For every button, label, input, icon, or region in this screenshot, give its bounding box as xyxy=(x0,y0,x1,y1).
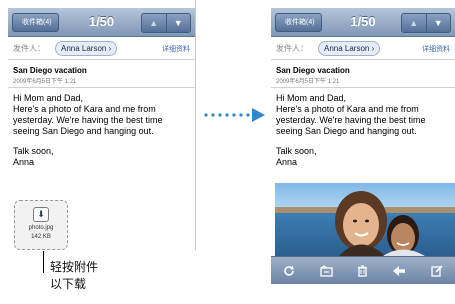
attachment-size: 142 KB xyxy=(31,234,51,240)
attachment-placeholder[interactable]: ⬇ photo.jpg 142 KB xyxy=(14,200,68,250)
previous-message-icon[interactable]: ▲ xyxy=(142,14,166,32)
photo-image xyxy=(275,183,455,256)
message-navigation-control: ▲ ▼ xyxy=(141,13,191,33)
body-greeting: Hi Mom and Dad, xyxy=(13,93,84,103)
from-label: 发件人： xyxy=(276,44,308,53)
from-label: 发件人： xyxy=(13,44,45,53)
message-subject: San Diego vacation xyxy=(13,66,87,75)
body-paragraph: Here's a photo of Kara and me from yeste… xyxy=(13,104,163,136)
attached-photo[interactable] xyxy=(275,183,455,256)
message-counter: 1/50 xyxy=(350,14,376,29)
message-body: Hi Mom and Dad, Here's a photo of Kara a… xyxy=(276,93,451,168)
sender-row: 发件人： Anna Larson › 详细资料 xyxy=(8,37,195,60)
callout-line-2: 以下载 xyxy=(50,277,87,291)
previous-message-icon[interactable]: ▲ xyxy=(402,14,426,32)
inbox-back-button[interactable]: 收件箱(4) xyxy=(275,13,322,32)
transition-arrow xyxy=(204,108,265,122)
callout-text: 轻按附件 以下载 xyxy=(50,259,98,293)
message-date: 2009年6月5日下午 1:21 xyxy=(276,79,340,85)
download-arrow-icon: ⬇ xyxy=(33,207,49,222)
sender-row: 发件人： Anna Larson › 详细资料 xyxy=(271,37,455,60)
body-paragraph: Here's a photo of Kara and me from yeste… xyxy=(276,104,426,136)
next-message-icon[interactable]: ▼ xyxy=(425,14,451,32)
body-signoff: Talk soon, xyxy=(276,146,317,156)
attachment-name: photo.jpg xyxy=(28,225,54,231)
subject-block: San Diego vacation 2009年6月5日下午 1:21 xyxy=(8,60,195,88)
compose-icon[interactable] xyxy=(426,260,448,282)
message-counter: 1/50 xyxy=(88,14,115,29)
body-greeting: Hi Mom and Dad, xyxy=(276,93,347,103)
trash-icon[interactable] xyxy=(352,260,374,282)
details-link[interactable]: 详细资料 xyxy=(162,44,190,54)
inbox-back-button[interactable]: 收件箱(4) xyxy=(12,13,59,32)
details-link[interactable]: 详细资料 xyxy=(422,44,450,54)
body-signature: Anna xyxy=(276,157,298,167)
mail-view-after-download: 收件箱(4) 1/50 ▲ ▼ 发件人： Anna Larson › 详细资料 … xyxy=(271,0,455,284)
sender-name: Anna Larson xyxy=(61,44,107,53)
sender-name: Anna Larson xyxy=(324,44,370,53)
sender-chip[interactable]: Anna Larson › xyxy=(55,41,118,56)
mail-toolbar xyxy=(271,256,455,284)
callout-line-1: 轻按附件 xyxy=(50,260,99,274)
chevron-right-icon: › xyxy=(371,44,375,53)
navigation-bar: 收件箱(4) 1/50 ▲ ▼ xyxy=(8,8,195,37)
folder-move-icon[interactable] xyxy=(315,260,337,282)
chevron-right-icon: › xyxy=(108,44,112,53)
body-signoff: Talk soon, xyxy=(13,146,54,156)
refresh-icon[interactable] xyxy=(278,260,300,282)
callout-line xyxy=(43,251,44,273)
reply-icon[interactable] xyxy=(389,260,411,282)
message-body: Hi Mom and Dad, Here's a photo of Kara a… xyxy=(13,93,191,168)
sender-chip[interactable]: Anna Larson › xyxy=(318,41,381,56)
subject-block: San Diego vacation 2009年6月5日下午 1:21 xyxy=(271,60,455,88)
message-navigation-control: ▲ ▼ xyxy=(401,13,451,33)
message-date: 2009年6月5日下午 1:21 xyxy=(13,79,77,85)
next-message-icon[interactable]: ▼ xyxy=(165,14,191,32)
navigation-bar: 收件箱(4) 1/50 ▲ ▼ xyxy=(271,8,455,37)
body-signature: Anna xyxy=(13,157,35,167)
mail-view-before-download: 收件箱(4) 1/50 ▲ ▼ 发件人： Anna Larson › 详细资料 … xyxy=(8,0,196,250)
message-subject: San Diego vacation xyxy=(276,66,350,75)
